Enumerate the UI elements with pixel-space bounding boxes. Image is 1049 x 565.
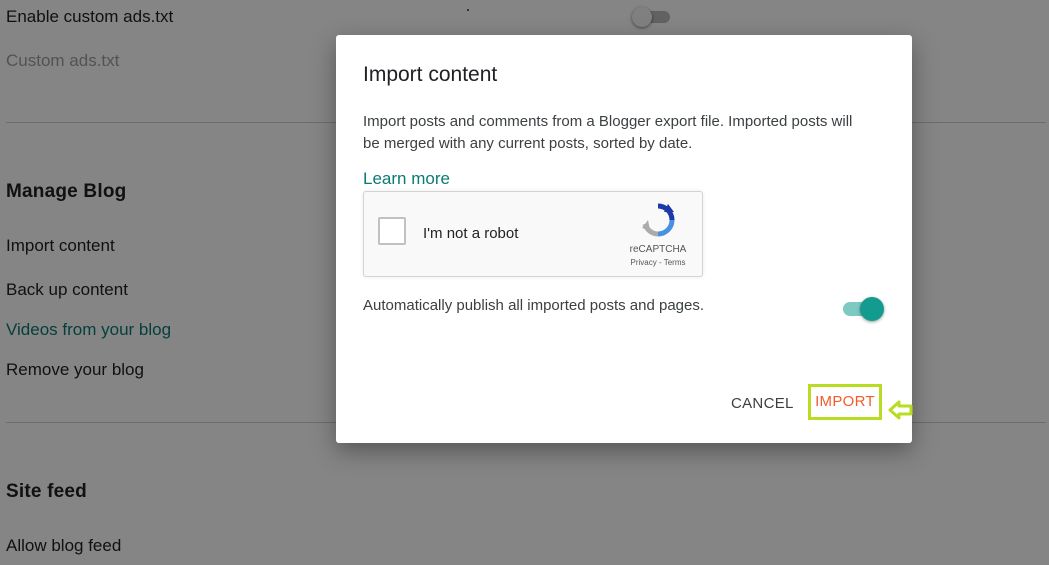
captcha-privacy-link[interactable]: Privacy (631, 258, 657, 267)
import-button[interactable]: IMPORT (808, 384, 882, 420)
auto-publish-toggle[interactable] (843, 296, 887, 321)
captcha-terms-link[interactable]: Terms (664, 258, 686, 267)
recaptcha-widget: I'm not a robot reCAPTCHA Privacy - Term… (363, 191, 703, 277)
captcha-separator: - (658, 258, 662, 267)
cancel-button[interactable]: CANCEL (731, 395, 794, 412)
toggle-knob (860, 297, 884, 321)
auto-publish-label: Automatically publish all imported posts… (363, 297, 705, 314)
dialog-description: Import posts and comments from a Blogger… (363, 113, 853, 152)
captcha-label: I'm not a robot (423, 225, 519, 242)
recaptcha-logo-icon (642, 203, 675, 237)
dialog-title: Import content (363, 63, 498, 86)
learn-more-link[interactable]: Learn more (363, 169, 450, 189)
import-content-dialog: Import content Import posts and comments… (336, 35, 912, 443)
captcha-brand: reCAPTCHA (629, 244, 687, 255)
captcha-checkbox[interactable] (378, 217, 406, 245)
arrow-left-icon (888, 400, 913, 420)
captcha-legal: Privacy - Terms (614, 258, 702, 267)
